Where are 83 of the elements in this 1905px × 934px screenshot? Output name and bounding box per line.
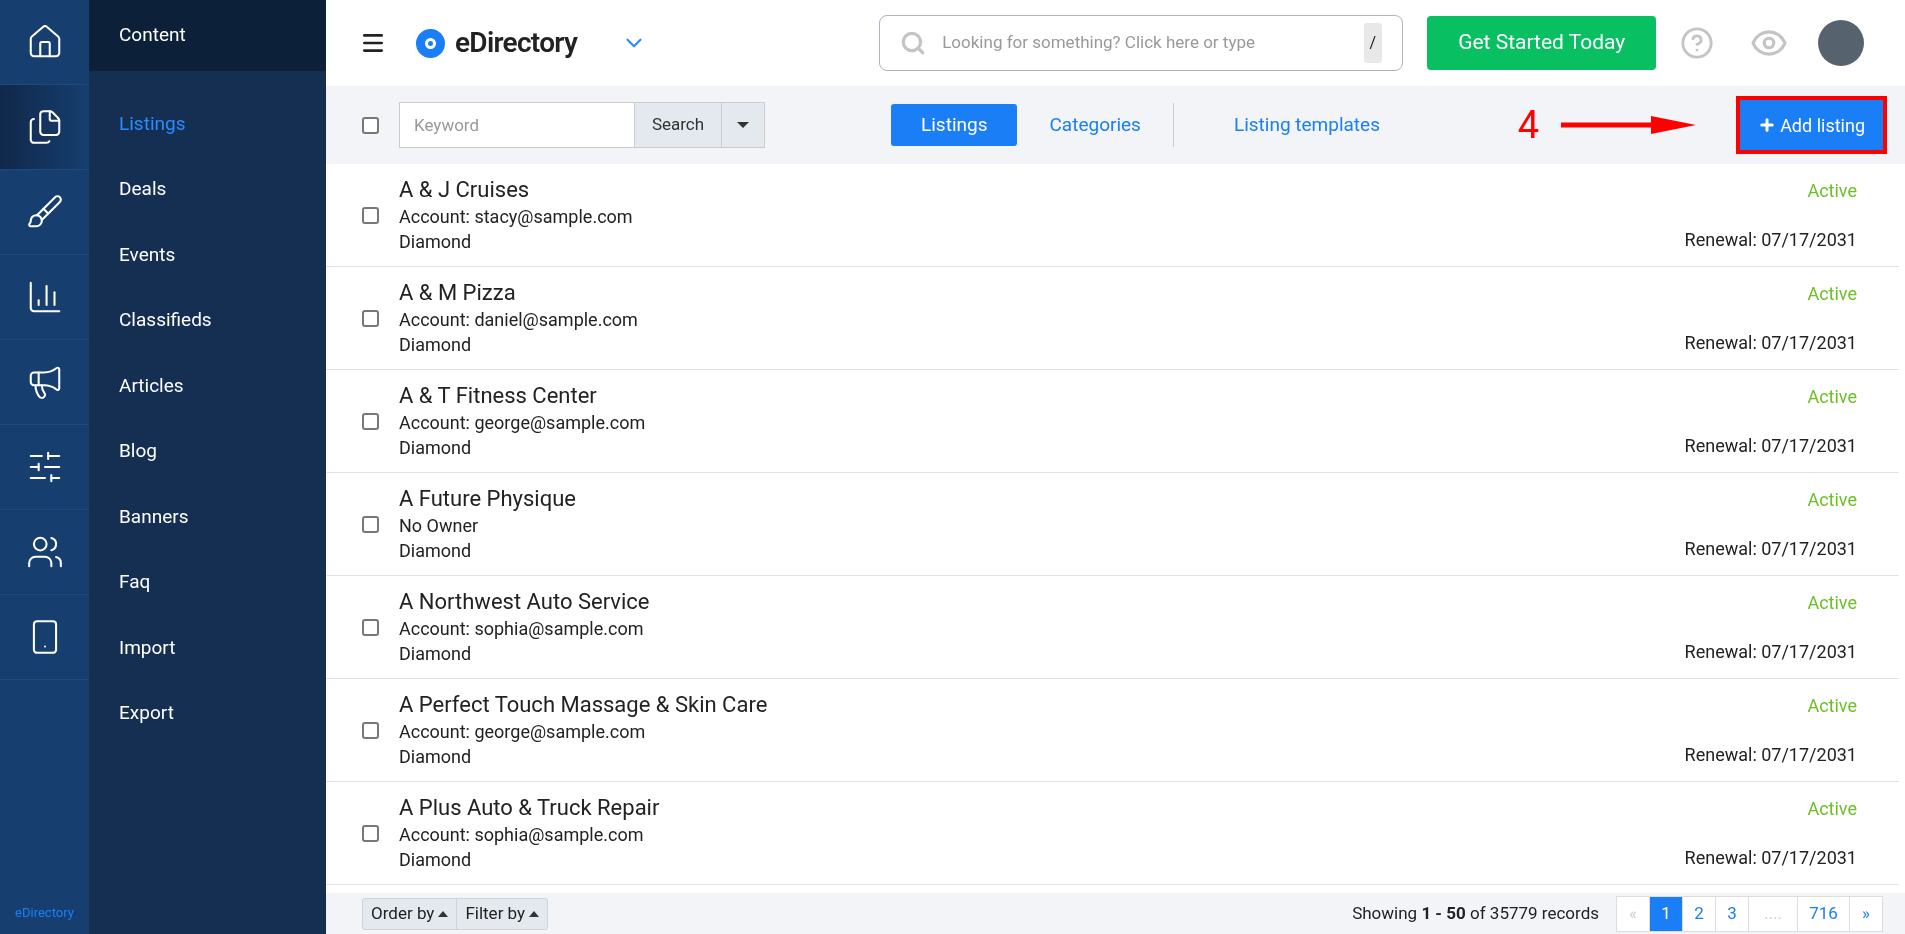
- listing-account: No Owner: [399, 514, 480, 538]
- rail-item[interactable]: [0, 85, 89, 170]
- listing-name[interactable]: A & M Pizza: [399, 279, 1685, 307]
- listing-account: Account: george@sample.com: [399, 411, 647, 435]
- tab[interactable]: Listing templates: [1203, 104, 1410, 146]
- pagination-button[interactable]: 3: [1715, 895, 1749, 932]
- listing-account: Account: george@sample.com: [399, 720, 647, 744]
- search-icon: [900, 30, 927, 56]
- sidebar-link[interactable]: Faq: [89, 549, 326, 615]
- dropdown-button[interactable]: [721, 102, 765, 148]
- caret-icon: [737, 122, 749, 128]
- status-label: Active: [1807, 385, 1857, 409]
- pagination-button[interactable]: 1: [1649, 895, 1683, 932]
- listing-plan: Diamond: [399, 848, 473, 872]
- sidebar-link[interactable]: Events: [89, 222, 326, 288]
- shortcut-key: /: [1363, 23, 1383, 63]
- sidebar-link[interactable]: Banners: [89, 484, 326, 550]
- search-field[interactable]: Looking for something? Click here or type /: [879, 15, 1404, 71]
- sidebar-link[interactable]: Deals: [89, 156, 326, 222]
- listing-account: Account: sophia@sample.com: [399, 823, 645, 847]
- renewal-date: Renewal: 07/17/2031: [1684, 331, 1857, 355]
- renewal-date: Renewal: 07/17/2031: [1684, 228, 1857, 252]
- listing-plan: Diamond: [399, 642, 473, 666]
- sidebar-link[interactable]: Classifieds: [89, 287, 326, 353]
- checkbox[interactable]: [362, 618, 379, 636]
- renewal-date: Renewal: 07/17/2031: [1684, 743, 1857, 767]
- pagination-button[interactable]: 716: [1797, 895, 1850, 932]
- renewal-date: Renewal: 07/17/2031: [1684, 640, 1857, 664]
- checkbox[interactable]: [362, 824, 379, 842]
- sidebar-link[interactable]: Import: [89, 615, 326, 681]
- listing-name[interactable]: A Northwest Auto Service: [399, 588, 1685, 616]
- listing-name[interactable]: A & T Fitness Center: [399, 382, 1685, 410]
- renewal-date: Renewal: 07/17/2031: [1684, 537, 1857, 561]
- logo-icon: [416, 28, 445, 58]
- checkbox[interactable]: [362, 515, 379, 533]
- order-by-button[interactable]: Order by: [363, 898, 458, 929]
- annotation-number: 4: [1517, 101, 1540, 149]
- search-button[interactable]: Search: [635, 102, 721, 148]
- listing-plan: Diamond: [399, 745, 473, 769]
- filter-by-button[interactable]: Filter by: [457, 898, 548, 929]
- keyword-field[interactable]: Keyword: [399, 102, 635, 148]
- records-summary: Showing 1 - 50 of 35779 records: [1352, 901, 1599, 925]
- status-label: Active: [1807, 179, 1857, 203]
- caret-up-icon: [438, 910, 449, 917]
- status-label: Active: [1807, 694, 1857, 718]
- listing-plan: Diamond: [399, 539, 473, 563]
- tab[interactable]: Listings: [891, 104, 1018, 146]
- listing-name[interactable]: A Perfect Touch Massage & Skin Care: [399, 691, 1685, 719]
- checkbox[interactable]: [362, 206, 379, 224]
- listing-name[interactable]: A & J Cruises: [399, 176, 1685, 204]
- listing-plan: Diamond: [399, 333, 473, 357]
- listing-account: Account: stacy@sample.com: [399, 205, 634, 229]
- listing-name[interactable]: A Future Physique: [399, 485, 1685, 513]
- renewal-date: Renewal: 07/17/2031: [1684, 846, 1857, 870]
- status-label: Active: [1807, 282, 1857, 306]
- status-label: Active: [1807, 591, 1857, 615]
- status-label: Active: [1807, 488, 1857, 512]
- listing-account: Account: sophia@sample.com: [399, 617, 645, 641]
- tab[interactable]: Categories: [1019, 104, 1171, 146]
- pagination-button[interactable]: »: [1849, 895, 1883, 932]
- checkbox[interactable]: [362, 721, 379, 739]
- brand-name: eDirectory: [455, 25, 578, 61]
- sidebar-link[interactable]: Export: [89, 680, 326, 746]
- sidebar-link[interactable]: Articles: [89, 353, 326, 419]
- checkbox[interactable]: [362, 116, 379, 134]
- caret-up-icon: [529, 910, 540, 917]
- pagination-button[interactable]: 2: [1682, 895, 1716, 932]
- avatar[interactable]: [1818, 20, 1865, 66]
- listing-account: Account: daniel@sample.com: [399, 308, 639, 332]
- listing-plan: Diamond: [399, 230, 473, 254]
- add-listing-button[interactable]: Add listing: [1736, 96, 1887, 154]
- renewal-date: Renewal: 07/17/2031: [1684, 434, 1857, 458]
- sidebar-link[interactable]: Blog: [89, 418, 326, 484]
- sidebar-title: Content: [119, 22, 186, 49]
- status-label: Active: [1807, 797, 1857, 821]
- listing-plan: Diamond: [399, 436, 473, 460]
- checkbox[interactable]: [362, 309, 379, 327]
- search-input[interactable]: Looking for something? Click here or type: [942, 30, 1348, 56]
- checkbox[interactable]: [362, 412, 379, 430]
- rail-brand: eDirectory: [14, 903, 75, 922]
- sidebar-link[interactable]: Listings: [89, 91, 326, 157]
- plus-icon: [1758, 116, 1777, 134]
- listing-name[interactable]: A Plus Auto & Truck Repair: [399, 794, 1685, 822]
